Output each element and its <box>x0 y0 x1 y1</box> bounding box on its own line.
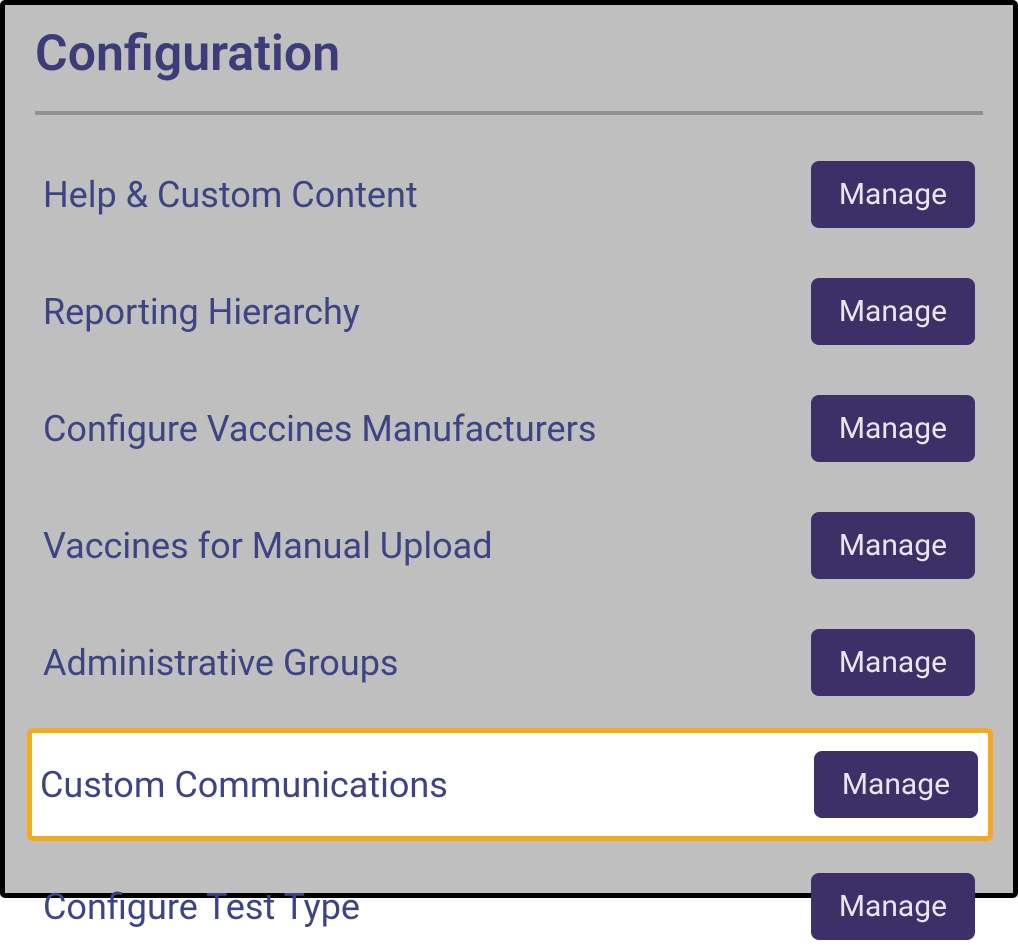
config-row-vaccines-manual-upload: Vaccines for Manual Upload Manage <box>35 506 983 585</box>
config-row-reporting-hierarchy: Reporting Hierarchy Manage <box>35 272 983 351</box>
config-label: Administrative Groups <box>43 642 398 684</box>
config-label: Help & Custom Content <box>43 174 418 216</box>
manage-button-configure-vaccines-manufacturers[interactable]: Manage <box>811 395 975 462</box>
config-label: Custom Communications <box>40 764 448 806</box>
manage-button-reporting-hierarchy[interactable]: Manage <box>811 278 975 345</box>
config-row-configure-vaccines-manufacturers: Configure Vaccines Manufacturers Manage <box>35 389 983 468</box>
manage-button-help-custom-content[interactable]: Manage <box>811 161 975 228</box>
page-title: Configuration <box>35 5 983 111</box>
config-row-custom-communications: Custom Communications Manage <box>27 728 993 841</box>
configuration-panel: Configuration Help & Custom Content Mana… <box>0 0 1018 898</box>
divider <box>35 111 983 115</box>
config-label: Configure Test Type <box>43 886 360 928</box>
config-label: Vaccines for Manual Upload <box>43 525 493 567</box>
config-row-help-custom-content: Help & Custom Content Manage <box>35 155 983 234</box>
manage-button-administrative-groups[interactable]: Manage <box>811 629 975 696</box>
manage-button-vaccines-manual-upload[interactable]: Manage <box>811 512 975 579</box>
config-label: Configure Vaccines Manufacturers <box>43 408 596 450</box>
config-label: Reporting Hierarchy <box>43 291 360 333</box>
configuration-list: Help & Custom Content Manage Reporting H… <box>35 155 983 946</box>
manage-button-configure-test-type[interactable]: Manage <box>811 873 975 940</box>
manage-button-custom-communications[interactable]: Manage <box>814 751 978 818</box>
config-row-administrative-groups: Administrative Groups Manage <box>35 623 983 702</box>
config-row-configure-test-type: Configure Test Type Manage <box>35 867 983 946</box>
